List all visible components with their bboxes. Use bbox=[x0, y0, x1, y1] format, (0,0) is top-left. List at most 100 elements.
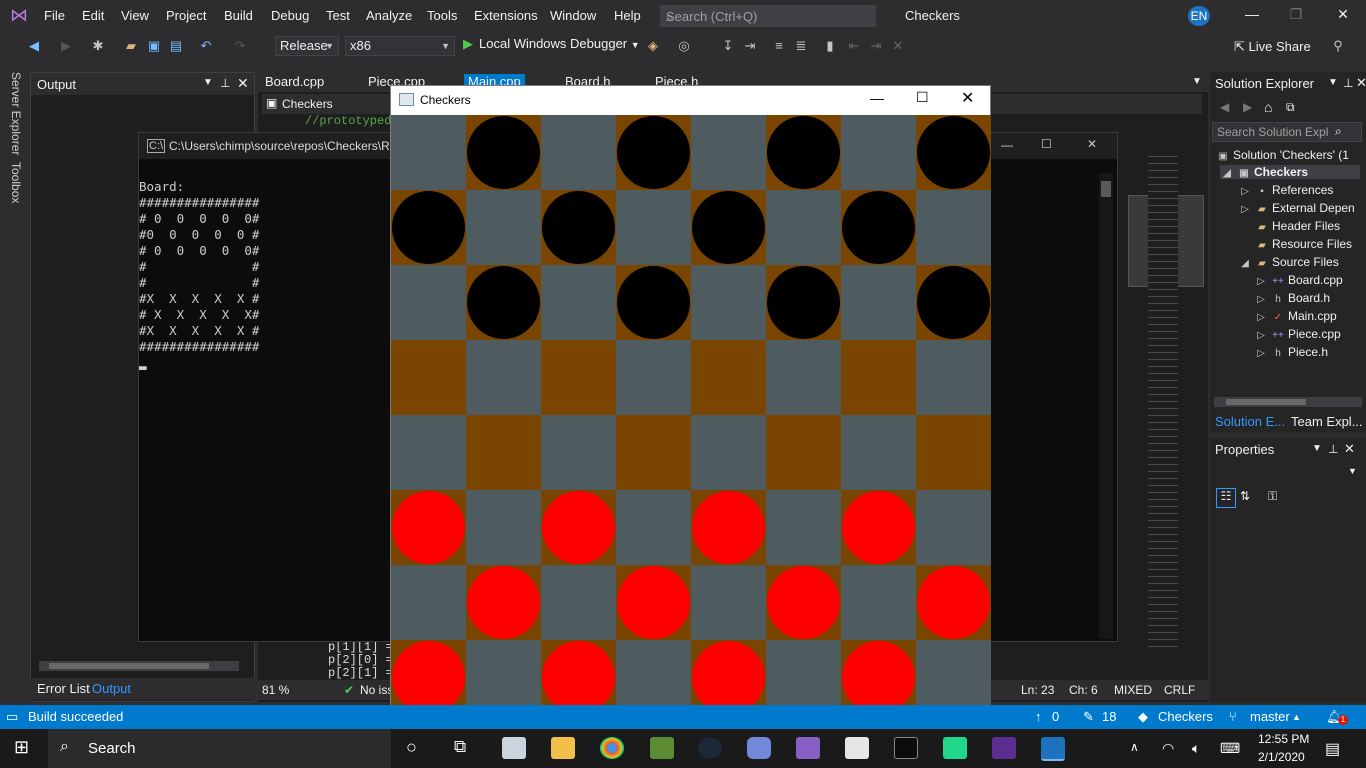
outdent-icon[interactable]: ≡ bbox=[771, 38, 787, 54]
pencil-icon[interactable]: ✎ bbox=[1083, 709, 1094, 725]
board-square[interactable] bbox=[466, 640, 541, 715]
tab-team-explorer[interactable]: Team Expl... bbox=[1291, 414, 1363, 429]
board-square[interactable] bbox=[916, 640, 991, 715]
new-project-icon[interactable]: ✱ bbox=[90, 38, 106, 54]
close-icon[interactable]: ✕ bbox=[1356, 75, 1366, 91]
header-files-node[interactable]: ▰ Header Files bbox=[1238, 219, 1340, 233]
unity-icon[interactable] bbox=[845, 737, 869, 759]
save-icon[interactable]: ▣ bbox=[146, 38, 162, 54]
menu-file[interactable]: File bbox=[44, 8, 65, 23]
forward-icon[interactable]: ▶ bbox=[58, 38, 74, 54]
categorized-icon[interactable]: ☷ bbox=[1216, 488, 1236, 508]
close-icon[interactable]: ✕ bbox=[961, 88, 974, 108]
minimize-icon[interactable]: — bbox=[1237, 6, 1267, 26]
solution-node[interactable]: ▣ Solution 'Checkers' (1 bbox=[1216, 148, 1349, 162]
pin-icon[interactable]: ⊥ bbox=[220, 76, 230, 90]
source-files-node[interactable]: ◢ ▰ Source Files bbox=[1238, 255, 1339, 269]
vs-logo-icon[interactable]: ⋈ bbox=[10, 5, 28, 26]
board-square[interactable] bbox=[841, 415, 916, 490]
pin-icon[interactable]: ⊥ bbox=[1343, 76, 1353, 90]
chrome-icon[interactable] bbox=[600, 737, 624, 759]
chevron-down-icon[interactable]: ▼ bbox=[1348, 466, 1357, 476]
close-icon[interactable]: ✕ bbox=[1328, 6, 1358, 26]
maximize-icon[interactable]: ☐ bbox=[1041, 137, 1052, 151]
tab-solution-explorer[interactable]: Solution E... bbox=[1215, 414, 1285, 429]
board-square[interactable] bbox=[466, 340, 541, 415]
red-piece[interactable] bbox=[842, 641, 915, 714]
platform-select[interactable]: x86 ▼ bbox=[345, 36, 455, 56]
board-square[interactable] bbox=[466, 115, 541, 190]
red-piece[interactable] bbox=[692, 641, 765, 714]
menu-edit[interactable]: Edit bbox=[82, 8, 104, 23]
board-square[interactable] bbox=[841, 340, 916, 415]
board-square[interactable] bbox=[691, 265, 766, 340]
black-piece[interactable] bbox=[917, 266, 990, 339]
board-square[interactable] bbox=[541, 190, 616, 265]
webstorm-icon[interactable] bbox=[943, 737, 967, 759]
chevron-down-icon[interactable]: ▼ bbox=[1192, 76, 1202, 87]
board-square[interactable] bbox=[841, 190, 916, 265]
menu-view[interactable]: View bbox=[121, 8, 149, 23]
board-square[interactable] bbox=[691, 190, 766, 265]
tab-board-cpp[interactable]: Board.cpp bbox=[265, 74, 324, 89]
minecraft-icon[interactable] bbox=[650, 737, 674, 759]
home-icon[interactable]: ⌂ bbox=[1264, 99, 1272, 115]
red-piece[interactable] bbox=[392, 641, 465, 714]
close-icon[interactable]: ✕ bbox=[1087, 137, 1097, 151]
pin-icon[interactable]: ⊥ bbox=[1328, 442, 1338, 456]
line-endings[interactable]: CRLF bbox=[1164, 683, 1195, 697]
file-piece-h[interactable]: ▷ h Piece.h bbox=[1254, 345, 1328, 359]
board-square[interactable] bbox=[616, 640, 691, 715]
board-square[interactable] bbox=[916, 265, 991, 340]
user-avatar[interactable]: EN bbox=[1188, 6, 1210, 26]
minimap[interactable] bbox=[1128, 140, 1204, 680]
indent-icon[interactable]: ≣ bbox=[793, 38, 809, 54]
board-square[interactable] bbox=[766, 190, 841, 265]
red-piece[interactable] bbox=[542, 491, 615, 564]
repo-name[interactable]: Checkers bbox=[1158, 709, 1213, 724]
maximize-icon[interactable]: ☐ bbox=[916, 89, 929, 106]
cortana-icon[interactable]: ○ bbox=[406, 737, 417, 758]
clear-bookmarks-icon[interactable]: ✕ bbox=[890, 38, 906, 54]
close-icon[interactable]: ✕ bbox=[1344, 441, 1355, 457]
board-square[interactable] bbox=[391, 490, 466, 565]
run-debugger-button[interactable]: ▶ Local Windows Debugger ▼ bbox=[463, 36, 640, 52]
board-square[interactable] bbox=[916, 340, 991, 415]
file-board-cpp[interactable]: ▷ ++ Board.cpp bbox=[1254, 273, 1343, 287]
black-piece[interactable] bbox=[692, 191, 765, 264]
board-square[interactable] bbox=[916, 490, 991, 565]
open-folder-icon[interactable]: ▰ bbox=[123, 38, 139, 54]
chevron-up-icon[interactable]: ∧ bbox=[1130, 740, 1139, 754]
horizontal-scrollbar[interactable] bbox=[1214, 397, 1362, 407]
menu-extensions[interactable]: Extensions bbox=[474, 8, 538, 23]
vertical-scrollbar[interactable] bbox=[1099, 173, 1113, 639]
board-square[interactable] bbox=[466, 415, 541, 490]
black-piece[interactable] bbox=[542, 191, 615, 264]
black-piece[interactable] bbox=[467, 266, 540, 339]
toolbox-tab[interactable]: Toolbox bbox=[9, 162, 23, 203]
references-node[interactable]: ▷ ▪ References bbox=[1238, 183, 1333, 197]
feedback-icon[interactable]: ⚲ bbox=[1330, 38, 1346, 54]
close-icon[interactable]: ✕ bbox=[237, 75, 249, 92]
menu-project[interactable]: Project bbox=[166, 8, 206, 23]
volume-icon[interactable]: 🔈︎ bbox=[1192, 740, 1200, 757]
red-piece[interactable] bbox=[617, 566, 690, 639]
red-piece[interactable] bbox=[767, 566, 840, 639]
red-piece[interactable] bbox=[692, 491, 765, 564]
diagnostics-icon[interactable]: ◎ bbox=[676, 38, 692, 54]
visual-studio-icon[interactable] bbox=[796, 737, 820, 759]
console-app-icon[interactable] bbox=[894, 737, 918, 759]
board-square[interactable] bbox=[541, 115, 616, 190]
scrollbar-thumb[interactable] bbox=[1226, 399, 1306, 405]
board-square[interactable] bbox=[766, 490, 841, 565]
minimize-icon[interactable]: — bbox=[870, 90, 884, 106]
resource-files-node[interactable]: ▰ Resource Files bbox=[1238, 237, 1352, 251]
board-square[interactable] bbox=[391, 565, 466, 640]
scrollbar-thumb[interactable] bbox=[1101, 181, 1111, 197]
board-square[interactable] bbox=[766, 565, 841, 640]
menu-analyze[interactable]: Analyze bbox=[366, 8, 412, 23]
board-square[interactable] bbox=[391, 265, 466, 340]
clock-date[interactable]: 2/1/2020 bbox=[1258, 750, 1305, 764]
board-square[interactable] bbox=[916, 115, 991, 190]
board-square[interactable] bbox=[841, 265, 916, 340]
